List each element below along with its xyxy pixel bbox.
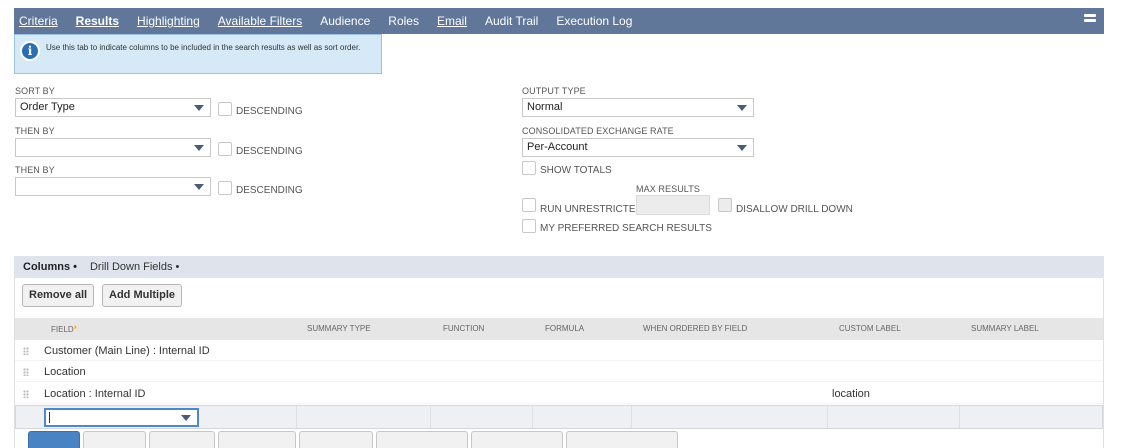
run-unrestricted-checkbox[interactable] bbox=[522, 198, 536, 212]
chevron-down-icon bbox=[194, 184, 204, 190]
disallow-drill-down-label: DISALLOW DRILL DOWN bbox=[736, 204, 853, 215]
preferred-results-label: MY PREFERRED SEARCH RESULTS bbox=[540, 223, 712, 234]
descending-checkbox-3[interactable] bbox=[218, 181, 232, 195]
header-field: FIELD* bbox=[51, 324, 78, 334]
edit-cell-function[interactable] bbox=[431, 406, 533, 428]
descending-checkbox-1[interactable] bbox=[218, 102, 232, 116]
edit-cell-summary-label[interactable] bbox=[960, 406, 1102, 428]
show-totals-label: SHOW TOTALS bbox=[540, 165, 612, 176]
row-custom-label: location bbox=[832, 388, 870, 400]
then-by-label-1: THEN BY bbox=[15, 126, 55, 136]
row-field: Customer (Main Line) : Internal ID bbox=[44, 345, 210, 357]
row-action-button[interactable] bbox=[299, 431, 373, 448]
hamburger-menu-icon[interactable] bbox=[1084, 14, 1096, 28]
disallow-drill-down-checkbox[interactable] bbox=[718, 198, 732, 212]
exchange-rate-value: Per-Account bbox=[527, 141, 588, 153]
row-action-button[interactable] bbox=[218, 431, 296, 448]
header-custom-label: CUSTOM LABEL bbox=[839, 324, 901, 333]
tab-execution-log[interactable]: Execution Log bbox=[556, 14, 632, 28]
then-by-select-1[interactable] bbox=[15, 138, 211, 157]
sort-by-value: Order Type bbox=[20, 101, 75, 113]
subtab-columns[interactable]: Columns • bbox=[23, 261, 77, 273]
field-select[interactable] bbox=[44, 408, 199, 427]
descending-label-2: DESCENDING bbox=[236, 146, 303, 157]
tab-results[interactable]: Results bbox=[76, 14, 119, 28]
main-tab-bar: Criteria Results Highlighting Available … bbox=[14, 8, 1104, 34]
header-function: FUNCTION bbox=[443, 324, 485, 333]
tab-audience[interactable]: Audience bbox=[320, 14, 370, 28]
header-formula: FORMULA bbox=[545, 324, 585, 333]
row-action-button[interactable] bbox=[376, 431, 468, 448]
then-by-select-2[interactable] bbox=[15, 177, 211, 196]
add-multiple-button[interactable]: Add Multiple bbox=[102, 284, 182, 307]
tab-email[interactable]: Email bbox=[437, 14, 467, 28]
row-action-button[interactable] bbox=[471, 431, 563, 448]
row-action-buttons bbox=[28, 431, 688, 448]
max-results-label: MAX RESULTS bbox=[636, 184, 700, 194]
row-field: Location bbox=[44, 366, 86, 378]
chevron-down-icon bbox=[194, 105, 204, 111]
header-summary-label: SUMMARY LABEL bbox=[971, 324, 1039, 333]
descending-label-1: DESCENDING bbox=[236, 106, 303, 117]
info-icon: i bbox=[20, 41, 40, 61]
edit-row[interactable] bbox=[15, 405, 1103, 429]
required-mark: * bbox=[73, 324, 78, 334]
row-action-button[interactable] bbox=[83, 431, 146, 448]
chevron-down-icon bbox=[737, 145, 747, 151]
info-banner-text: Use this tab to indicate columns to be i… bbox=[46, 43, 361, 52]
tab-highlighting[interactable]: Highlighting bbox=[137, 14, 200, 28]
edit-cell-summary-type[interactable] bbox=[297, 406, 431, 428]
header-summary-type: SUMMARY TYPE bbox=[307, 324, 371, 333]
output-type-value: Normal bbox=[527, 101, 563, 113]
table-row[interactable]: Customer (Main Line) : Internal ID bbox=[15, 340, 1103, 361]
run-unrestricted-label: RUN UNRESTRICTED bbox=[540, 204, 643, 215]
subtab-bar: Columns • Drill Down Fields • bbox=[14, 256, 1104, 278]
then-by-label-2: THEN BY bbox=[15, 165, 55, 175]
row-action-button[interactable] bbox=[149, 431, 215, 448]
tab-available-filters[interactable]: Available Filters bbox=[218, 14, 302, 28]
tab-audit-trail[interactable]: Audit Trail bbox=[485, 14, 538, 28]
row-action-button[interactable] bbox=[566, 431, 678, 448]
descending-checkbox-2[interactable] bbox=[218, 142, 232, 156]
sort-by-select[interactable]: Order Type bbox=[15, 98, 211, 117]
header-when-ordered: WHEN ORDERED BY FIELD bbox=[643, 324, 748, 333]
output-type-label: OUTPUT TYPE bbox=[522, 86, 586, 96]
table-row[interactable]: Location : Internal ID location bbox=[15, 383, 1103, 404]
edit-cell-custom-label[interactable] bbox=[828, 406, 960, 428]
chevron-down-icon bbox=[737, 105, 747, 111]
drag-handle-icon[interactable] bbox=[23, 390, 29, 398]
preferred-results-checkbox[interactable] bbox=[522, 219, 536, 233]
show-totals-checkbox[interactable] bbox=[522, 161, 536, 175]
text-cursor bbox=[49, 412, 50, 423]
drag-handle-icon[interactable] bbox=[23, 347, 29, 355]
remove-all-button[interactable]: Remove all bbox=[22, 284, 95, 307]
table-row[interactable]: Location bbox=[15, 361, 1103, 382]
chevron-down-icon bbox=[194, 145, 204, 151]
drag-handle-icon[interactable] bbox=[23, 368, 29, 376]
columns-table-header: FIELD* SUMMARY TYPE FUNCTION FORMULA WHE… bbox=[15, 318, 1103, 340]
exchange-rate-select[interactable]: Per-Account bbox=[522, 138, 754, 157]
edit-cell-formula[interactable] bbox=[533, 406, 632, 428]
descending-label-3: DESCENDING bbox=[236, 185, 303, 196]
row-action-button[interactable] bbox=[28, 431, 80, 448]
sort-by-label: SORT BY bbox=[15, 86, 55, 96]
edit-cell-when-ordered[interactable] bbox=[632, 406, 828, 428]
exchange-rate-label: CONSOLIDATED EXCHANGE RATE bbox=[522, 126, 674, 136]
subtab-drill-down-fields[interactable]: Drill Down Fields • bbox=[90, 261, 179, 273]
row-field: Location : Internal ID bbox=[44, 388, 146, 400]
output-type-select[interactable]: Normal bbox=[522, 98, 754, 117]
chevron-down-icon bbox=[181, 415, 191, 421]
tab-roles[interactable]: Roles bbox=[388, 14, 419, 28]
max-results-input[interactable] bbox=[636, 195, 710, 215]
info-banner: i Use this tab to indicate columns to be… bbox=[14, 34, 382, 74]
tab-criteria[interactable]: Criteria bbox=[19, 14, 58, 28]
